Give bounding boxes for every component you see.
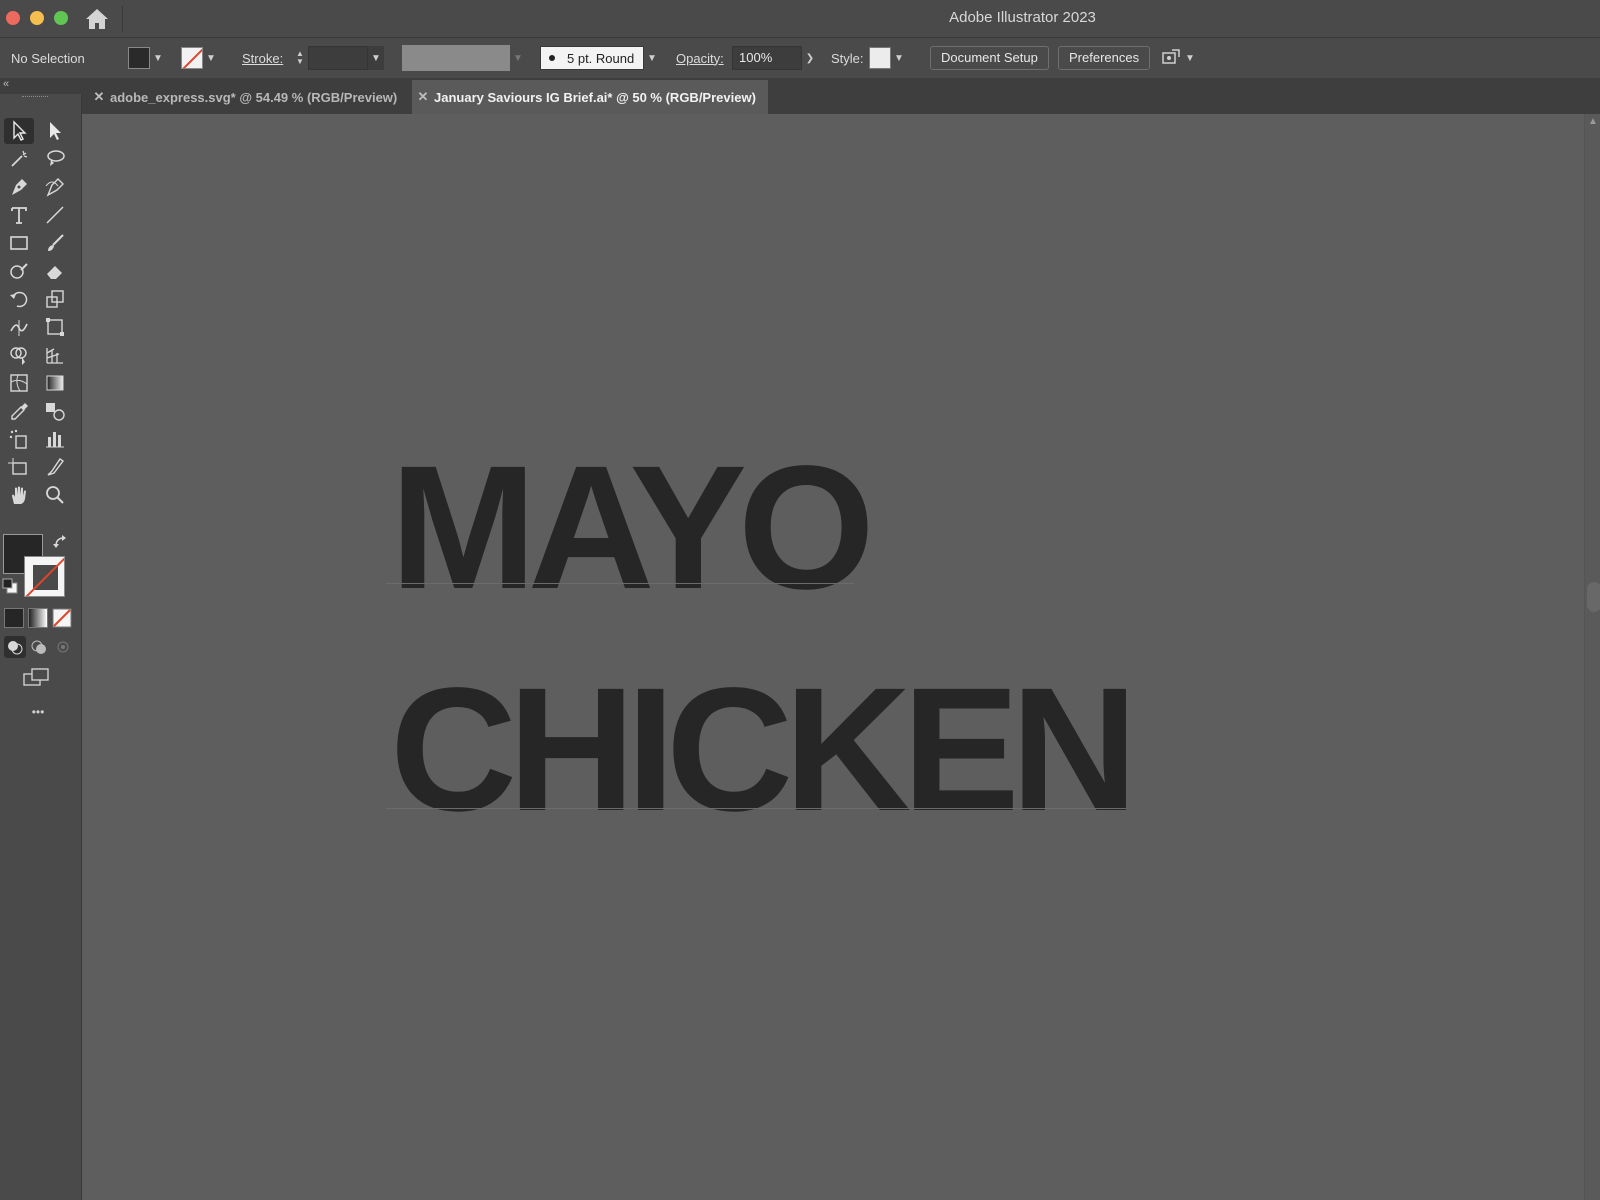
eyedropper-tool-icon[interactable]	[4, 398, 34, 424]
shaper-tool-icon[interactable]	[4, 258, 34, 284]
column-graph-tool-icon[interactable]	[40, 426, 70, 452]
opacity-expand-chevron-icon[interactable]: ❯	[802, 47, 818, 69]
stroke-dropdown-chevron-icon[interactable]: ▼	[203, 47, 219, 69]
rectangle-tool-icon[interactable]	[4, 230, 34, 256]
draw-behind-icon[interactable]	[28, 636, 50, 658]
headline-line-2[interactable]: CHICKEN	[390, 662, 1138, 838]
fill-color-swatch[interactable]	[128, 47, 150, 69]
toolbar-header: «	[0, 78, 82, 94]
stroke-color-swatch[interactable]	[181, 47, 203, 69]
opacity-label[interactable]: Opacity:	[676, 51, 724, 66]
stroke-swatch-large[interactable]	[24, 556, 65, 597]
close-tab-icon[interactable]: ✕	[412, 89, 434, 105]
width-profile-chevron-icon[interactable]: ▼	[510, 47, 526, 69]
screen-mode-icon[interactable]	[22, 666, 52, 688]
tab-january-saviours[interactable]: ✕ January Saviours IG Brief.ai* @ 50 % (…	[412, 80, 768, 114]
rotate-tool-icon[interactable]	[4, 286, 34, 312]
scrollbar-thumb[interactable]	[1587, 582, 1600, 612]
selection-tool-icon[interactable]	[4, 118, 34, 144]
stroke-label[interactable]: Stroke:	[242, 51, 283, 66]
lasso-tool-icon[interactable]	[40, 146, 70, 172]
collapse-toolbar-icon[interactable]: «	[3, 78, 9, 90]
hand-tool-icon[interactable]	[4, 482, 34, 508]
tab-label: adobe_express.svg* @ 54.49 % (RGB/Previe…	[110, 89, 398, 105]
gradient-tool-icon[interactable]	[40, 370, 70, 396]
curvature-tool-icon[interactable]	[40, 174, 70, 200]
arrange-chevron-icon[interactable]: ▼	[1182, 47, 1198, 69]
headline-line-1[interactable]: MAYO	[390, 440, 875, 616]
arrange-documents-icon[interactable]	[1160, 47, 1182, 69]
zoom-tool-icon[interactable]	[40, 482, 70, 508]
line-segment-tool-icon[interactable]	[40, 202, 70, 228]
variable-width-profile[interactable]	[402, 45, 510, 71]
free-transform-tool-icon[interactable]	[40, 314, 70, 340]
stroke-weight-field[interactable]	[308, 46, 368, 70]
magic-wand-tool-icon[interactable]	[4, 146, 34, 172]
scale-tool-icon[interactable]	[40, 286, 70, 312]
document-setup-button[interactable]: Document Setup	[930, 46, 1049, 70]
tab-label: January Saviours IG Brief.ai* @ 50 % (RG…	[434, 89, 756, 105]
vertical-scrollbar[interactable]: ▲	[1584, 114, 1600, 1200]
graphic-style-swatch[interactable]	[869, 47, 891, 69]
title-bar: Adobe Illustrator 2023	[0, 0, 1600, 38]
pen-tool-icon[interactable]	[4, 174, 34, 200]
default-fill-stroke-icon[interactable]	[2, 578, 20, 596]
selection-status: No Selection	[11, 50, 85, 66]
none-mode-icon[interactable]	[52, 608, 72, 628]
direct-selection-tool-icon[interactable]	[40, 118, 70, 144]
text-baseline	[386, 583, 854, 584]
draw-inside-icon[interactable]	[52, 636, 74, 658]
brush-label: 5 pt. Round	[567, 50, 635, 66]
type-tool-icon[interactable]	[4, 202, 34, 228]
brush-dot-icon	[549, 55, 555, 61]
artboard-tool-icon[interactable]	[4, 454, 34, 480]
stroke-weight-dropdown-chevron-icon[interactable]: ▼	[368, 46, 384, 70]
perspective-grid-tool-icon[interactable]	[40, 342, 70, 368]
paintbrush-tool-icon[interactable]	[40, 230, 70, 256]
tab-adobe-express[interactable]: ✕ adobe_express.svg* @ 54.49 % (RGB/Prev…	[88, 80, 404, 114]
brush-dropdown-chevron-icon[interactable]: ▼	[644, 47, 660, 69]
control-bar: No Selection ▼ ▼ Stroke: ▲ ▼ ▼ ▼ 5 pt. Ro…	[0, 38, 1600, 78]
symbol-sprayer-tool-icon[interactable]	[4, 426, 34, 452]
app-title: Adobe Illustrator 2023	[949, 9, 1096, 26]
width-tool-icon[interactable]	[4, 314, 34, 340]
draw-normal-icon[interactable]	[4, 636, 26, 658]
scroll-up-arrow-icon[interactable]: ▲	[1588, 116, 1598, 127]
color-mode-button[interactable]	[4, 608, 24, 628]
toolbar-grip[interactable]	[22, 96, 48, 98]
gradient-mode-button[interactable]	[28, 608, 48, 628]
close-tab-icon[interactable]: ✕	[88, 89, 110, 105]
document-tab-bar: ✕ adobe_express.svg* @ 54.49 % (RGB/Prev…	[82, 78, 1600, 114]
tools-panel: •••	[0, 94, 82, 1200]
brush-definition-field[interactable]: 5 pt. Round	[540, 46, 644, 70]
fill-dropdown-chevron-icon[interactable]: ▼	[150, 47, 166, 69]
mesh-tool-icon[interactable]	[4, 370, 34, 396]
text-baseline	[386, 808, 1126, 809]
blend-tool-icon[interactable]	[40, 398, 70, 424]
style-label: Style:	[831, 50, 864, 66]
edit-toolbar-more-button[interactable]: •••	[26, 706, 50, 718]
opacity-field[interactable]: 100%	[732, 46, 802, 70]
preferences-button[interactable]: Preferences	[1058, 46, 1151, 70]
stroke-weight-stepper[interactable]: ▲ ▼	[292, 47, 308, 69]
eraser-tool-icon[interactable]	[40, 258, 70, 284]
shape-builder-tool-icon[interactable]	[4, 342, 34, 368]
style-dropdown-chevron-icon[interactable]: ▼	[891, 47, 907, 69]
slice-tool-icon[interactable]	[40, 454, 70, 480]
swap-fill-stroke-icon[interactable]	[52, 534, 70, 552]
